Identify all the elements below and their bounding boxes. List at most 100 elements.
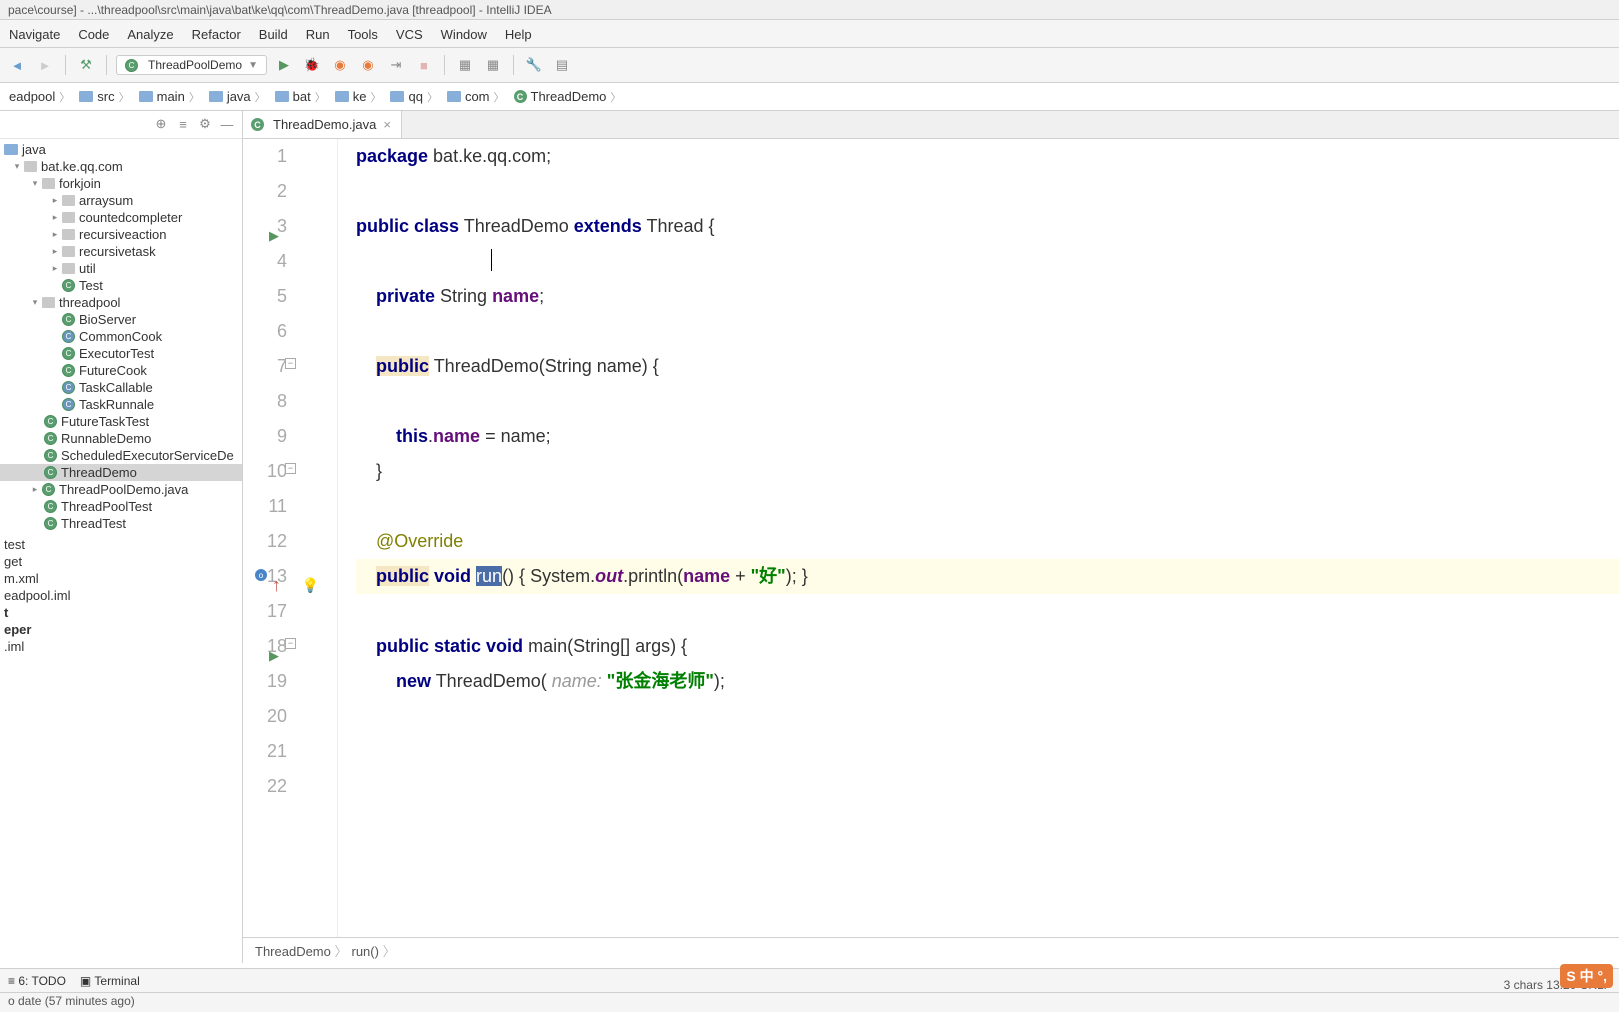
arrow-down-icon[interactable]: ▾ (28, 296, 42, 310)
layout2-icon[interactable]: ▦ (482, 54, 504, 76)
tree-test[interactable]: CTest (0, 277, 242, 294)
crumb-src[interactable]: src (76, 89, 135, 105)
nav-breadcrumb: eadpool src main java bat ke qq com CThr… (0, 83, 1619, 111)
run-config-selector[interactable]: C ThreadPoolDemo ▼ (116, 55, 267, 75)
tree-taskcallable[interactable]: CTaskCallable (0, 379, 242, 396)
gutter-10: 10− (243, 454, 287, 489)
arrow-right-icon[interactable]: ▸ (28, 483, 42, 497)
menu-run[interactable]: Run (297, 24, 339, 43)
project-tree[interactable]: java ▾bat.ke.qq.com ▾forkjoin ▸arraysum … (0, 139, 242, 963)
close-icon[interactable]: × (381, 117, 393, 132)
tree-recursivetask[interactable]: ▸recursivetask (0, 243, 242, 260)
crumb-method[interactable]: run() (352, 941, 396, 960)
arrow-right-icon[interactable]: ▸ (48, 262, 62, 276)
arrow-right-icon[interactable]: ▸ (48, 211, 62, 225)
menu-navigate[interactable]: Navigate (0, 24, 69, 43)
profile-icon[interactable]: ◉ (357, 54, 379, 76)
folder-icon (79, 91, 93, 102)
gutter-18: 18▶− (243, 629, 287, 664)
tree-threadpool[interactable]: ▾threadpool (0, 294, 242, 311)
forward-icon[interactable]: ► (34, 54, 56, 76)
attach-icon[interactable]: ⇥ (385, 54, 407, 76)
tree-bottom-1[interactable]: get (0, 553, 242, 570)
class-icon: C (125, 59, 138, 72)
crumb-class[interactable]: CThreadDemo (511, 89, 628, 105)
tree-pkg[interactable]: ▾bat.ke.qq.com (0, 158, 242, 175)
folder-icon (390, 91, 404, 102)
crumb-class[interactable]: ThreadDemo (255, 941, 348, 960)
tree-bioserver[interactable]: CBioServer (0, 311, 242, 328)
tree-bottom-4[interactable]: t (0, 604, 242, 621)
todo-button[interactable]: ≡ 6: TODO (8, 974, 66, 988)
tree-bottom-3[interactable]: eadpool.iml (0, 587, 242, 604)
menu-code[interactable]: Code (69, 24, 118, 43)
main-toolbar: ◄ ► ⚒ C ThreadPoolDemo ▼ ▶ 🐞 ◉ ◉ ⇥ ■ ▦ ▦… (0, 48, 1619, 83)
tree-bottom-2[interactable]: m.xml (0, 570, 242, 587)
code-content[interactable]: package bat.ke.qq.com; public class Thre… (338, 139, 1619, 937)
tree-util[interactable]: ▸util (0, 260, 242, 277)
menu-help[interactable]: Help (496, 24, 541, 43)
locate-icon[interactable]: ⊕ (152, 115, 170, 133)
menu-build[interactable]: Build (250, 24, 297, 43)
crumb-com[interactable]: com (444, 89, 511, 105)
menu-vcs[interactable]: VCS (387, 24, 432, 43)
gutter-22: 22 (243, 769, 287, 804)
arrow-down-icon[interactable]: ▾ (10, 160, 24, 174)
gutter-4: 4 (243, 244, 287, 279)
fold-icon[interactable]: − (285, 358, 296, 369)
crumb-ke[interactable]: ke (332, 89, 388, 105)
back-icon[interactable]: ◄ (6, 54, 28, 76)
crumb-qq[interactable]: qq (387, 89, 443, 105)
fold-icon[interactable]: − (285, 463, 296, 474)
menu-analyze[interactable]: Analyze (118, 24, 182, 43)
tree-threadpooltest[interactable]: CThreadPoolTest (0, 498, 242, 515)
arrow-right-icon[interactable]: ▸ (48, 228, 62, 242)
run-icon[interactable]: ▶ (273, 54, 295, 76)
debug-icon[interactable]: 🐞 (301, 54, 323, 76)
crumb-module[interactable]: eadpool (6, 89, 76, 105)
tree-countedcompleter[interactable]: ▸countedcompleter (0, 209, 242, 226)
tree-bottom-0[interactable]: test (0, 536, 242, 553)
tree-threadpooldemo[interactable]: ▸CThreadPoolDemo.java (0, 481, 242, 498)
tree-futurecook[interactable]: CFutureCook (0, 362, 242, 379)
stop-icon[interactable]: ■ (413, 54, 435, 76)
tree-recursiveaction[interactable]: ▸recursiveaction (0, 226, 242, 243)
build-icon[interactable]: ⚒ (75, 54, 97, 76)
fold-icon[interactable]: − (285, 638, 296, 649)
bulb-icon[interactable]: 💡 (302, 568, 319, 603)
tree-bottom-6[interactable]: .iml (0, 638, 242, 655)
gear-icon[interactable]: ⚙ (196, 115, 214, 133)
structure-icon[interactable]: ▤ (551, 54, 573, 76)
crumb-main[interactable]: main (136, 89, 206, 105)
wrench-icon[interactable]: 🔧 (523, 54, 545, 76)
tree-futuretasktest[interactable]: CFutureTaskTest (0, 413, 242, 430)
arrow-right-icon[interactable]: ▸ (48, 194, 62, 208)
tree-threadtest[interactable]: CThreadTest (0, 515, 242, 532)
tree-arraysum[interactable]: ▸arraysum (0, 192, 242, 209)
tree-runnabledemo[interactable]: CRunnableDemo (0, 430, 242, 447)
layout-icon[interactable]: ▦ (454, 54, 476, 76)
tree-scheduled[interactable]: CScheduledExecutorServiceDe (0, 447, 242, 464)
tree-taskrunnale[interactable]: CTaskRunnale (0, 396, 242, 413)
terminal-button[interactable]: ▣ Terminal (80, 974, 140, 988)
code-editor[interactable]: 1 2 3▶ 4 5 6 7− 8 9 10− 11 12 13o↑💡 17 1… (243, 139, 1619, 937)
menu-tools[interactable]: Tools (339, 24, 387, 43)
ime-badge[interactable]: S 中 °, (1560, 964, 1613, 988)
coverage-icon[interactable]: ◉ (329, 54, 351, 76)
menu-refactor[interactable]: Refactor (183, 24, 250, 43)
crumb-bat[interactable]: bat (272, 89, 332, 105)
tree-commoncook[interactable]: CCommonCook (0, 328, 242, 345)
tab-threaddemo[interactable]: C ThreadDemo.java × (243, 111, 402, 138)
tree-threaddemo[interactable]: CThreadDemo (0, 464, 242, 481)
collapse-icon[interactable]: ≡ (174, 115, 192, 133)
tree-root-java[interactable]: java (0, 141, 242, 158)
tree-executortest[interactable]: CExecutorTest (0, 345, 242, 362)
menu-window[interactable]: Window (432, 24, 496, 43)
arrow-right-icon[interactable]: ▸ (48, 245, 62, 259)
tree-forkjoin[interactable]: ▾forkjoin (0, 175, 242, 192)
crumb-java[interactable]: java (206, 89, 272, 105)
override-icon[interactable]: o (255, 569, 267, 581)
tree-bottom-5[interactable]: eper (0, 621, 242, 638)
hide-icon[interactable]: — (218, 115, 236, 133)
arrow-down-icon[interactable]: ▾ (28, 177, 42, 191)
